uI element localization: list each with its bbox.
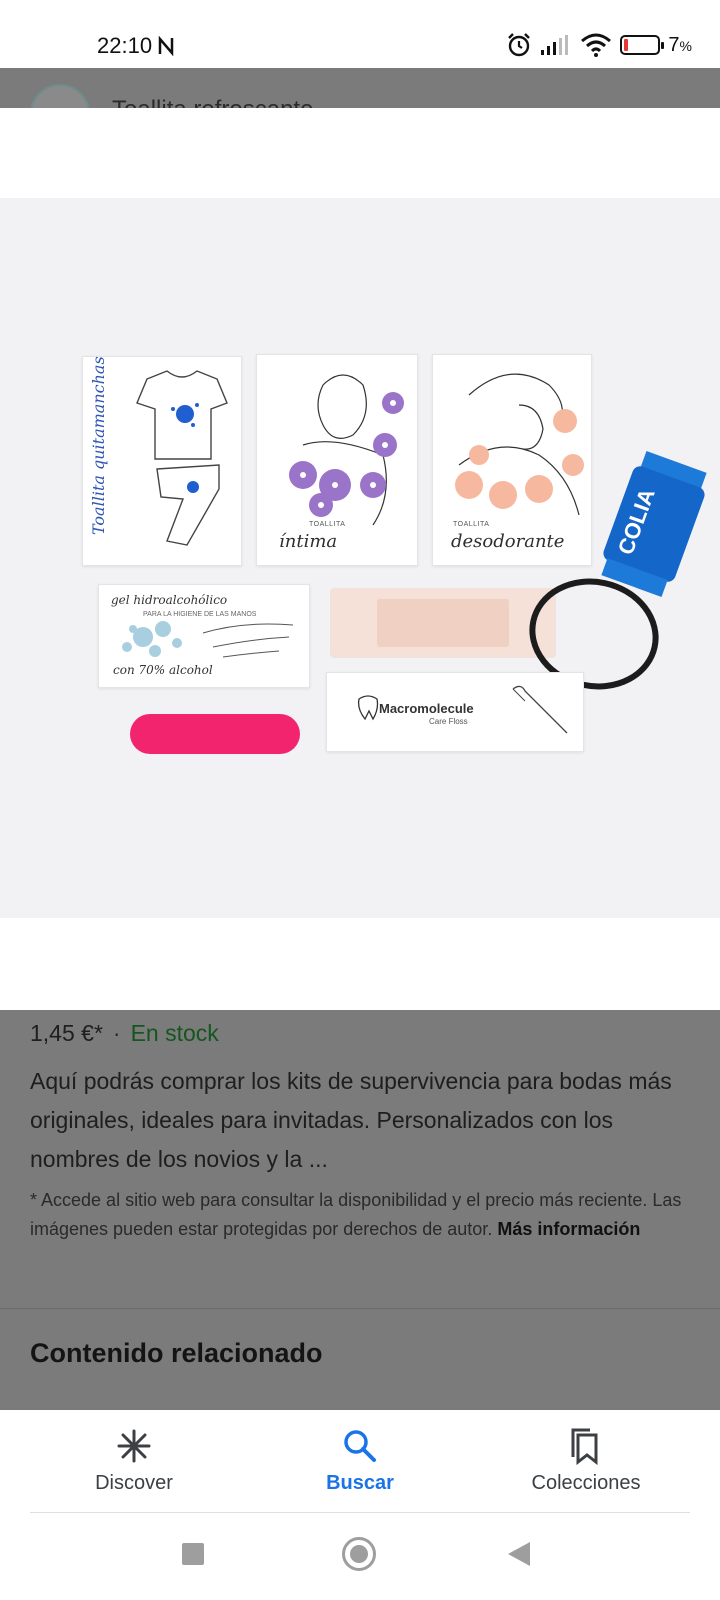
nav-collections[interactable]: Colecciones (486, 1426, 686, 1495)
related-content-heading: Contenido relacionado (30, 1338, 323, 1368)
nav-collections-label: Colecciones (531, 1472, 641, 1494)
price-separator: · (112, 1020, 121, 1046)
status-bar: 22:10 7% (0, 0, 720, 68)
status-time: 22:10 (97, 33, 174, 59)
page-title: Toallita refrescante (112, 96, 313, 108)
nfc-icon (158, 36, 174, 56)
deodorant-label: desodorante (451, 531, 565, 552)
alarm-icon (508, 33, 531, 57)
woman-flowers-illustration (289, 374, 404, 526)
floss-brand: Macromolecule (379, 701, 474, 716)
bookmarks-icon (571, 1428, 598, 1465)
product-photo[interactable]: Toallita quitamanchas TOALLITA íntima TO… (0, 198, 720, 918)
clock-text: 22:10 (97, 33, 153, 58)
stock-status: En stock (130, 1020, 219, 1046)
image-viewer[interactable]: Toallita quitamanchas TOALLITA íntima TO… (0, 108, 720, 1010)
system-navigation-bar (0, 1513, 720, 1600)
nav-search-label: Buscar (326, 1472, 394, 1494)
price-row: 1,45 €* · En stock (30, 1020, 219, 1047)
floss-pick-icon (512, 685, 568, 734)
product-description: Aquí podrás comprar los kits de superviv… (30, 1068, 672, 1172)
wifi-icon (581, 33, 612, 57)
signal-icon (541, 35, 569, 55)
stain-remover-label: Toallita quitamanchas (89, 356, 108, 535)
sachet-stain-remover: Toallita quitamanchas (82, 356, 242, 566)
bandage (330, 588, 556, 658)
bottom-navigation: Discover Buscar Colecciones (0, 1410, 720, 1514)
nav-discover-label: Discover (95, 1472, 173, 1494)
status-icons: 7% (506, 32, 692, 58)
dimmed-page-header: Toallita refrescante (0, 68, 720, 108)
gel-alcohol: con 70% alcohol (113, 663, 213, 677)
search-icon (344, 1430, 376, 1462)
gel-title: gel hidroalcohólico (111, 593, 228, 607)
sachet-intimate: TOALLITA íntima (256, 354, 418, 566)
nav-discover[interactable]: Discover (34, 1426, 234, 1495)
site-logo (30, 84, 90, 108)
intimate-small-label: TOALLITA (309, 521, 346, 528)
section-divider (0, 1308, 720, 1309)
battery-icon (620, 35, 665, 55)
tshirt-icon (136, 370, 228, 546)
woman-hat-illustration (455, 373, 584, 516)
intimate-label: íntima (279, 531, 338, 552)
sachet-deodorant: TOALLITA desodorante (432, 354, 592, 566)
nav-search[interactable]: Buscar (260, 1426, 460, 1495)
price: 1,45 €* (30, 1020, 103, 1046)
asterisk-icon (117, 1429, 151, 1463)
sachet-hand-gel: gel hidroalcohólico PARA LA HIGIENE DE L… (98, 584, 310, 688)
recents-button[interactable] (182, 1543, 204, 1565)
more-info-link[interactable]: Más información (497, 1219, 640, 1239)
floss-subtitle: Care Floss (429, 717, 468, 726)
nail-file (130, 714, 300, 754)
price-disclaimer: * Accede al sitio web para consultar la … (30, 1186, 695, 1244)
sachet-floss: Macromolecule Care Floss (326, 672, 584, 752)
home-button[interactable] (342, 1537, 376, 1571)
product-info: 1,45 €* · En stock Aquí podrás comprar l… (0, 1010, 720, 1308)
gel-subtitle: PARA LA HIGIENE DE LAS MANOS (143, 611, 257, 618)
deodorant-small-label: TOALLITA (453, 521, 490, 528)
battery-percent: 7% (668, 33, 692, 56)
back-button[interactable] (508, 1542, 530, 1566)
